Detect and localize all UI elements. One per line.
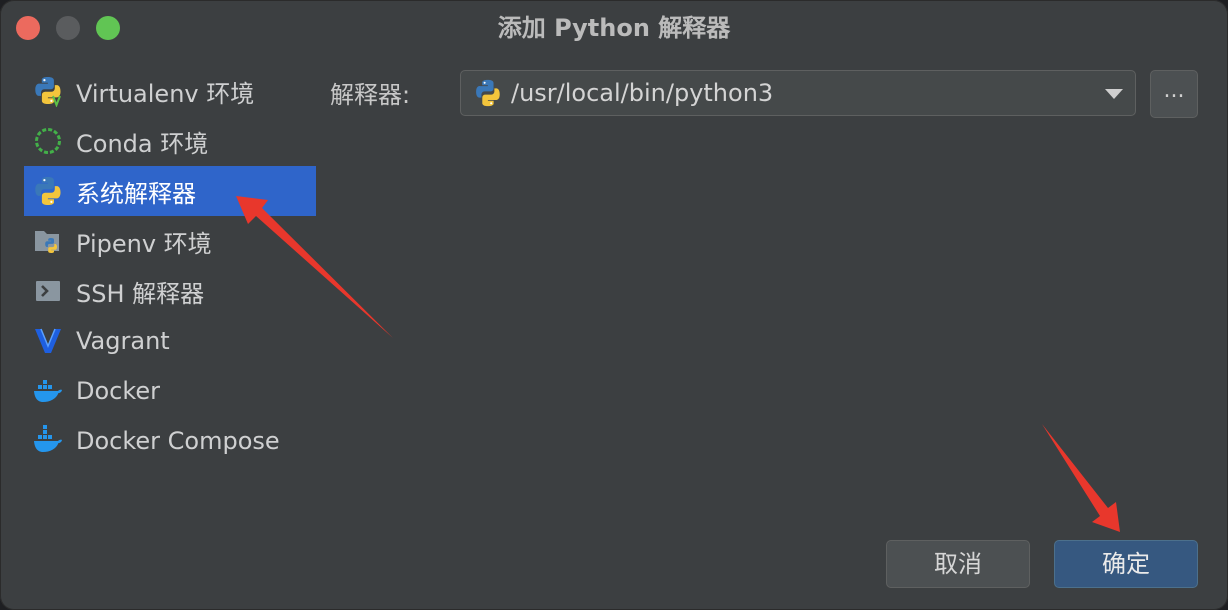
sidebar-item-label: Pipenv 环境 xyxy=(76,229,212,258)
sidebar-item-virtualenv[interactable]: Virtualenv 环境 xyxy=(24,66,316,116)
vagrant-icon xyxy=(32,325,64,357)
interpreter-path: /usr/local/bin/python3 xyxy=(511,79,774,107)
title-bar: 添加 Python 解释器 xyxy=(0,0,1228,56)
sidebar-item-label: Docker Compose xyxy=(76,427,280,455)
sidebar-item-label: Conda 环境 xyxy=(76,129,209,158)
interpreter-select[interactable]: /usr/local/bin/python3 xyxy=(460,70,1136,116)
sidebar-item-label: Docker xyxy=(76,377,161,405)
sidebar-item-label: Virtualenv 环境 xyxy=(76,79,255,108)
conda-icon xyxy=(32,125,64,157)
sidebar-item-pipenv[interactable]: Pipenv 环境 xyxy=(24,216,316,266)
annotation-arrow-ok xyxy=(1042,424,1120,532)
sidebar-item-label: Vagrant xyxy=(76,327,170,355)
python-icon xyxy=(473,78,503,108)
python-icon xyxy=(32,175,64,207)
virtualenv-icon xyxy=(32,75,64,107)
sidebar-item-vagrant[interactable]: Vagrant xyxy=(24,316,316,366)
pipenv-icon xyxy=(32,225,64,257)
window-title: 添加 Python 解释器 xyxy=(497,14,731,42)
sidebar-item-label: 系统解释器 xyxy=(76,179,196,208)
browse-button[interactable]: ... xyxy=(1150,70,1198,118)
sidebar-item-docker[interactable]: Docker xyxy=(24,366,316,416)
sidebar-item-docker-compose[interactable]: Docker Compose xyxy=(24,416,316,466)
sidebar-item-label: SSH 解释器 xyxy=(76,279,205,308)
docker-compose-icon xyxy=(32,425,64,457)
sidebar-item-conda[interactable]: Conda 环境 xyxy=(24,116,316,166)
dropdown-arrow-icon[interactable] xyxy=(1105,89,1123,99)
interpreter-label: 解释器: xyxy=(330,81,411,109)
sidebar-item-system-interpreter[interactable]: 系统解释器 xyxy=(24,166,316,216)
dialog-window: 添加 Python 解释器 Virtualenv 环境 Conda 环境 系统解… xyxy=(0,0,1228,610)
docker-icon xyxy=(32,375,64,407)
sidebar-item-ssh[interactable]: SSH 解释器 xyxy=(24,266,316,316)
ok-button[interactable]: 确定 xyxy=(1054,540,1198,588)
interpreter-type-list: Virtualenv 环境 Conda 环境 系统解释器 Pipenv 环境 S… xyxy=(24,66,316,466)
cancel-button[interactable]: 取消 xyxy=(886,540,1030,588)
ssh-icon xyxy=(32,275,64,307)
